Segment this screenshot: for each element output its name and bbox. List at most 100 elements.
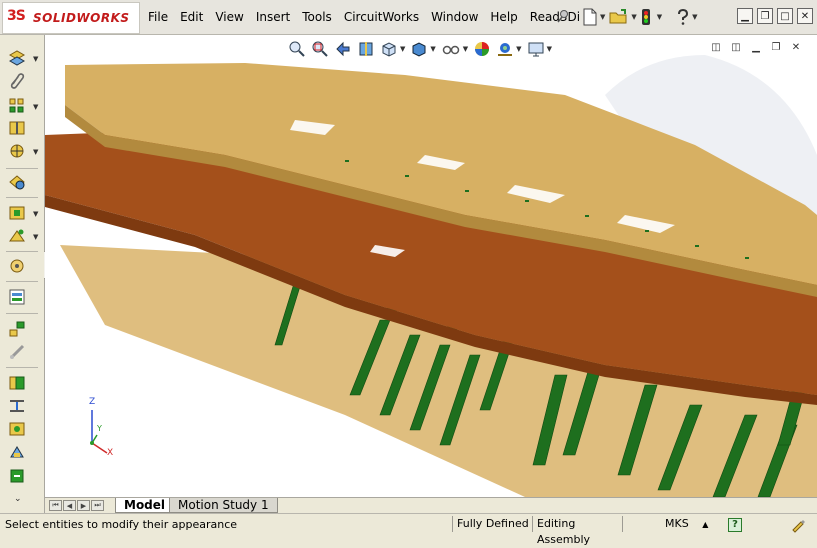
- chevron-down-icon[interactable]: ▼: [547, 45, 552, 53]
- menu-help[interactable]: Help: [484, 10, 523, 24]
- title-bar: 3S SOLIDWORKS File Edit View Insert Tool…: [0, 0, 817, 35]
- view-orientation-button[interactable]: ▼: [380, 39, 405, 59]
- options-button[interactable]: ▼: [655, 7, 662, 27]
- close-icon[interactable]: ✕: [789, 40, 803, 54]
- edit-appearance-button[interactable]: [473, 39, 491, 59]
- apply-scene-button[interactable]: ▼: [496, 39, 522, 59]
- next-tab-icon[interactable]: ▶: [77, 500, 90, 511]
- tab-model[interactable]: Model: [115, 498, 175, 513]
- tab-scroll-buttons: ⏮ ◀ ▶ ⏭: [49, 500, 104, 511]
- menu-circuitworks[interactable]: CircuitWorks: [338, 10, 425, 24]
- chevron-down-icon[interactable]: ▼: [33, 210, 38, 218]
- linear-pattern-icon[interactable]: [8, 97, 26, 115]
- restore-icon[interactable]: ❐: [769, 40, 783, 54]
- appearance-ball-icon: [475, 42, 490, 56]
- reference-geometry-icon[interactable]: [8, 227, 26, 245]
- section-view-button[interactable]: [357, 39, 375, 59]
- chevron-down-icon[interactable]: ▼: [33, 233, 38, 241]
- toolbar-separator: [6, 281, 38, 282]
- chevron-down-icon[interactable]: ▼: [33, 148, 38, 156]
- glasses-icon: [442, 45, 460, 55]
- minimize-icon[interactable]: ▁: [737, 8, 753, 24]
- heads-up-view-toolbar: ▼ ▼ ▼ ▼ ▼: [288, 38, 552, 60]
- menu-read3di[interactable]: Read3Di: [524, 10, 586, 24]
- tab-motion-study-1[interactable]: Motion Study 1: [169, 498, 278, 513]
- help-button[interactable]: ▼: [676, 7, 698, 27]
- restore-icon[interactable]: ❐: [757, 8, 773, 24]
- triad-y-label: Y: [97, 424, 102, 433]
- tile-left-icon[interactable]: ◫: [709, 40, 723, 54]
- close-icon[interactable]: ✕: [797, 8, 813, 24]
- units-label: MKS: [665, 517, 689, 530]
- bill-of-materials-icon[interactable]: [8, 288, 26, 306]
- chevron-down-icon[interactable]: ▼: [657, 13, 662, 21]
- menu-file[interactable]: File: [142, 10, 174, 24]
- zoom-to-area-icon: [312, 41, 328, 57]
- zoom-to-area-button[interactable]: [311, 39, 329, 59]
- chevron-down-icon[interactable]: ▼: [463, 45, 468, 53]
- mate-icon[interactable]: [8, 49, 26, 67]
- triad-x-label: X: [107, 448, 114, 458]
- display-style-icon: [412, 42, 426, 57]
- exploded-view-icon[interactable]: [8, 320, 26, 338]
- rebuild-button[interactable]: [641, 7, 651, 27]
- chevron-down-icon[interactable]: ▼: [400, 45, 405, 53]
- menu-window[interactable]: Window: [425, 10, 484, 24]
- status-defined: Fully Defined: [452, 516, 533, 532]
- chevron-down-icon[interactable]: ▼: [600, 13, 605, 21]
- chevron-down-icon[interactable]: ▼: [430, 45, 435, 53]
- instant3d-icon[interactable]: [8, 443, 26, 461]
- first-tab-icon[interactable]: ⏮: [49, 500, 62, 511]
- maximize-icon[interactable]: □: [777, 8, 793, 24]
- graphics-area[interactable]: Z X Y ▼ ▼ ▼ ▼ ▼ ◫ ◫ ▁ ❐ ✕: [45, 35, 817, 497]
- interference-detection-icon[interactable]: [8, 374, 26, 392]
- assembly-features-icon[interactable]: [8, 204, 26, 222]
- chevron-down-icon[interactable]: ▼: [33, 55, 38, 63]
- chevron-down-icon[interactable]: ▼: [631, 13, 636, 21]
- open-folder-icon: [609, 9, 627, 24]
- toolbar-separator: [6, 367, 38, 368]
- previous-view-button[interactable]: [334, 39, 352, 59]
- chevron-down-icon[interactable]: ▼: [516, 45, 521, 53]
- chevron-double-down-icon[interactable]: ⌄: [14, 494, 22, 504]
- display-style-button[interactable]: ▼: [410, 39, 436, 59]
- menu-view[interactable]: View: [209, 10, 249, 24]
- explode-line-sketch-icon[interactable]: [8, 343, 26, 361]
- menu-tools[interactable]: Tools: [296, 10, 338, 24]
- smart-fasteners-icon[interactable]: [8, 119, 26, 137]
- zoom-to-fit-button[interactable]: [288, 39, 306, 59]
- menu-edit[interactable]: Edit: [174, 10, 209, 24]
- scene-icon: [498, 43, 513, 56]
- document-window-controls: ◫ ◫ ▁ ❐ ✕: [709, 40, 803, 54]
- units-selector[interactable]: MKS ▲: [622, 516, 725, 532]
- more-tools-icon[interactable]: [8, 467, 26, 485]
- model-tabs-bar: ⏮ ◀ ▶ ⏭ Model Motion Study 1: [45, 497, 817, 514]
- minimize-icon[interactable]: ▁: [749, 40, 763, 54]
- command-manager-toolbar: ▼ ▼ ▼ ▼ ▼ ⌄: [0, 35, 45, 513]
- last-tab-icon[interactable]: ⏭: [91, 500, 104, 511]
- open-button[interactable]: ▼: [609, 7, 637, 27]
- tile-right-icon[interactable]: ◫: [729, 40, 743, 54]
- chevron-down-icon[interactable]: ▼: [692, 13, 697, 21]
- solidworks-logo[interactable]: 3S SOLIDWORKS: [2, 2, 140, 34]
- chevron-down-icon[interactable]: ▼: [33, 103, 38, 111]
- status-bar: Select entities to modify their appearan…: [0, 513, 817, 546]
- new-document-button[interactable]: ▼: [582, 7, 605, 27]
- paperclip-icon[interactable]: [8, 72, 26, 90]
- menu-insert[interactable]: Insert: [250, 10, 296, 24]
- show-hidden-icon[interactable]: [8, 173, 26, 191]
- move-component-icon[interactable]: [8, 142, 26, 160]
- clearance-verification-icon[interactable]: [8, 397, 26, 415]
- hide-show-button[interactable]: ▼: [441, 39, 468, 59]
- hole-alignment-icon[interactable]: [8, 420, 26, 438]
- motion-study-icon[interactable]: [8, 257, 26, 275]
- status-message: Select entities to modify their appearan…: [5, 518, 238, 531]
- status-mode: Editing Assembly: [532, 516, 623, 546]
- pin-icon[interactable]: [556, 9, 570, 23]
- toolbar-separator: [6, 168, 38, 169]
- help-status-button[interactable]: ?: [724, 516, 748, 532]
- menu-bar: File Edit View Insert Tools CircuitWorks…: [142, 0, 586, 34]
- view-settings-button[interactable]: ▼: [527, 39, 552, 59]
- rebuild-pencil-icon[interactable]: [790, 517, 806, 533]
- prev-tab-icon[interactable]: ◀: [63, 500, 76, 511]
